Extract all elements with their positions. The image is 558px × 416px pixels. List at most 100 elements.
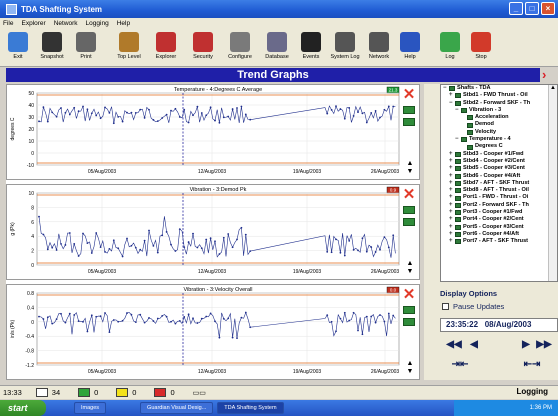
toolbar-configure-button[interactable]: Configure — [223, 29, 257, 65]
toolbar-network-button[interactable]: Network — [365, 29, 393, 65]
toolbar-security-button[interactable]: Security — [186, 29, 220, 65]
tree-item[interactable]: + Port7 - AFT - SKF Thrust — [441, 238, 557, 245]
expander-icon[interactable]: − — [455, 107, 460, 114]
tree-item-label: Temperature - 4 — [469, 136, 511, 143]
expander-icon[interactable]: + — [449, 209, 454, 216]
tree-item[interactable]: + Stbd4 - Cooper #2/Cent — [441, 158, 557, 165]
toolbar-system-log-button[interactable]: System Log — [328, 29, 362, 65]
menu-network[interactable]: Network — [54, 20, 78, 27]
tree-item[interactable]: + Stbd6 - Cooper #4/Aft — [441, 173, 557, 180]
toolbar-events-button[interactable]: Events — [297, 29, 325, 65]
expander-icon[interactable]: + — [449, 187, 454, 194]
toolbar-snapshot-button[interactable]: Snapshot — [35, 29, 69, 65]
tree-item[interactable]: Demod — [441, 121, 557, 128]
tree-item[interactable]: + Port3 - Cooper #1/Fwd — [441, 209, 557, 216]
graph-scale-icon[interactable] — [403, 118, 415, 126]
expander-icon[interactable]: − — [455, 136, 460, 143]
y-tick-label: 8 — [31, 205, 34, 211]
tree-item[interactable]: + Port6 - Cooper #4/Aft — [441, 231, 557, 238]
y-tick-label: 30 — [28, 115, 34, 121]
menu-explorer[interactable]: Explorer — [21, 20, 45, 27]
rewind-fast-button[interactable]: ◀◀ — [444, 338, 464, 352]
expander-icon[interactable]: − — [443, 85, 448, 92]
toolbar-print-button[interactable]: Print — [72, 29, 100, 65]
start-button[interactable]: start — [0, 400, 46, 416]
tree-item[interactable]: − Temperature - 4 — [441, 136, 557, 143]
remove-graph-icon[interactable]: ✕ — [403, 187, 416, 202]
tree-item[interactable]: Velocity — [441, 129, 557, 136]
close-button[interactable]: × — [541, 2, 555, 15]
scroll-arrows[interactable]: ▲ ▼ — [406, 360, 414, 376]
tree-item[interactable]: + Port5 - Cooper #3/Cent — [441, 224, 557, 231]
exit-icon — [8, 32, 28, 52]
graph-settings-icon[interactable] — [403, 306, 415, 314]
scroll-arrows[interactable]: ▲ ▼ — [406, 260, 414, 276]
graph-scale-icon[interactable] — [403, 318, 415, 326]
tree-item[interactable]: Degrees C — [441, 143, 557, 150]
next-arrow-icon[interactable]: › — [542, 68, 556, 82]
trend-point — [148, 229, 150, 232]
tree-item[interactable]: + Stbd1 - FWD Thrust - Oil — [441, 92, 557, 99]
task-tda-shafting[interactable]: TDA Shafting System — [217, 402, 284, 414]
tree-item[interactable]: + Stbd5 - Cooper #3/Cent — [441, 165, 557, 172]
graph-settings-icon[interactable] — [403, 106, 415, 114]
expander-icon[interactable]: + — [449, 173, 454, 180]
tree-item[interactable]: + Port1 - FWD - Thrust - Oi — [441, 194, 557, 201]
tree-item[interactable]: Acceleration — [441, 114, 557, 121]
expander-icon[interactable]: + — [449, 238, 454, 245]
zoom-out-time-button[interactable]: ⇤⇥ — [522, 358, 542, 372]
expander-icon[interactable]: + — [449, 151, 454, 158]
tree-item[interactable]: + Stbd3 - Cooper #1/Fwd — [441, 151, 557, 158]
minimize-button[interactable]: _ — [509, 2, 523, 15]
tree-item[interactable]: + Stbd8 - AFT - Thrust - Oil — [441, 187, 557, 194]
tree-item[interactable]: − Vibration - 3 — [441, 107, 557, 114]
toolbar-database-button[interactable]: Database — [260, 29, 294, 65]
remove-graph-icon[interactable]: ✕ — [403, 87, 416, 102]
toolbar-help-button[interactable]: Help — [396, 29, 424, 65]
checkbox-box[interactable] — [442, 303, 449, 310]
expander-icon[interactable]: + — [449, 194, 454, 201]
forward-fast-button[interactable]: ▶▶ — [534, 338, 554, 352]
task-guardian[interactable]: Guardian Visual Desig... — [140, 402, 214, 414]
expander-icon[interactable]: + — [449, 158, 454, 165]
expander-icon[interactable]: + — [449, 231, 454, 238]
toolbar-stop-button[interactable]: Stop — [467, 29, 495, 65]
shaft-tree[interactable]: ▲ − Shafts - TDA + Stbd1 - FWD Thrust - Oil… — [440, 84, 558, 282]
tree-item[interactable]: + Port4 - Cooper #2/Cent — [441, 216, 557, 223]
menu-help[interactable]: Help — [117, 20, 130, 27]
trend-point — [244, 113, 247, 116]
tree-scrollbar[interactable]: ▲ — [548, 85, 557, 281]
expander-icon[interactable]: + — [449, 165, 454, 172]
expander-icon[interactable]: + — [449, 202, 454, 209]
task-images[interactable]: Images — [74, 402, 107, 414]
trend-point — [240, 105, 243, 108]
menu-file[interactable]: File — [3, 20, 13, 27]
tree-item[interactable]: + Stbd7 - AFT - SKF Thrust — [441, 180, 557, 187]
zoom-in-time-button[interactable]: ⇥⇤ — [450, 358, 470, 372]
maximize-button[interactable]: □ — [525, 2, 539, 15]
toolbar-label: Help — [404, 54, 416, 60]
graph-settings-icon[interactable] — [403, 206, 415, 214]
expander-icon[interactable]: + — [449, 180, 454, 187]
toolbar-log-button[interactable]: Log — [436, 29, 464, 65]
tree-item[interactable]: − Shafts - TDA — [441, 85, 557, 92]
rewind-button[interactable]: ◀ — [464, 338, 484, 352]
tree-item[interactable]: − Stbd2 - Forward SKF - Th — [441, 100, 557, 107]
forward-button[interactable]: ▶ — [516, 338, 536, 352]
pause-updates-checkbox[interactable]: Pause Updates — [442, 302, 504, 311]
toolbar-exit-button[interactable]: Exit — [4, 29, 32, 65]
scroll-arrows[interactable]: ▲ ▼ — [406, 160, 414, 176]
menu-logging[interactable]: Logging — [86, 20, 109, 27]
toolbar-top-level-button[interactable]: Top Level — [112, 29, 146, 65]
toolbar-explorer-button[interactable]: Explorer — [149, 29, 183, 65]
trend-point — [231, 336, 234, 339]
tree-item[interactable]: + Port2 - Forward SKF - Th — [441, 202, 557, 209]
toolbar-label: Database — [265, 54, 289, 60]
remove-graph-icon[interactable]: ✕ — [403, 287, 416, 302]
node-icon — [455, 217, 461, 223]
expander-icon[interactable]: + — [449, 216, 454, 223]
expander-icon[interactable]: − — [449, 100, 454, 107]
expander-icon[interactable]: + — [449, 92, 454, 99]
expander-icon[interactable]: + — [449, 224, 454, 231]
graph-scale-icon[interactable] — [403, 218, 415, 226]
